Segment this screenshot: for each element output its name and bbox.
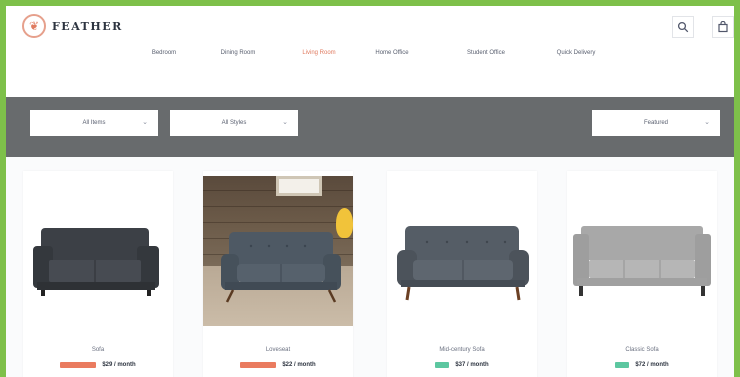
price-row: $37 / month [387, 362, 537, 368]
chevron-down-icon: ⌄ [704, 119, 710, 126]
sale-badge [60, 362, 97, 368]
sale-badge [240, 362, 277, 368]
nav-item-quick-delivery[interactable]: Quick Delivery [557, 50, 596, 56]
main-nav: Bedroom Dining Room Living Room Home Off… [6, 50, 734, 70]
chevron-down-icon: ⌄ [142, 119, 148, 126]
product-image[interactable] [203, 176, 353, 326]
product-image[interactable] [567, 176, 717, 326]
page: ❦ FEATHER Bedroom Dining Room Living Roo… [6, 6, 734, 377]
price-row: $29 / month [23, 362, 173, 368]
style-filter-select[interactable]: All Styles ⌄ [170, 110, 298, 136]
price-row: $22 / month [203, 362, 353, 368]
product-card[interactable]: Classic Sofa $72 / month [567, 171, 717, 377]
price-row: $72 / month [567, 362, 717, 368]
product-card[interactable]: Mid-century Sofa $37 / month [387, 171, 537, 377]
product-price: $72 / month [635, 362, 669, 368]
nav-item-bedroom[interactable]: Bedroom [152, 50, 176, 56]
product-price: $37 / month [455, 362, 489, 368]
filter-bar: All Items ⌄ All Styles ⌄ Featured ⌄ [6, 97, 734, 157]
nav-item-home-office[interactable]: Home Office [375, 50, 408, 56]
sale-badge [435, 362, 450, 368]
category-filter-value: All Items [82, 120, 106, 126]
product-card[interactable]: Sofa $29 / month [23, 171, 173, 377]
product-name[interactable]: Loveseat [203, 347, 353, 353]
nav-item-living-room[interactable]: Living Room [302, 50, 335, 56]
product-card[interactable]: Loveseat $22 / month [203, 171, 353, 377]
style-filter-value: All Styles [221, 120, 247, 126]
product-image[interactable] [387, 176, 537, 326]
logo[interactable]: ❦ FEATHER [22, 14, 123, 38]
product-name[interactable]: Mid-century Sofa [387, 347, 537, 353]
header: ❦ FEATHER [6, 6, 734, 46]
product-price: $29 / month [102, 362, 136, 368]
nav-item-dining-room[interactable]: Dining Room [221, 50, 256, 56]
cart-icon[interactable] [712, 16, 734, 38]
sale-badge [615, 362, 630, 368]
feather-logo-icon: ❦ [22, 14, 46, 38]
chevron-down-icon: ⌄ [282, 119, 288, 126]
nav-item-student-office[interactable]: Student Office [467, 50, 505, 56]
sort-value: Featured [643, 120, 668, 126]
search-icon[interactable] [672, 16, 694, 38]
product-grid: Sofa $29 / month Loveseat $22 / month Mi… [6, 157, 734, 377]
product-price: $22 / month [282, 362, 316, 368]
brand-name: FEATHER [52, 19, 123, 33]
category-filter-select[interactable]: All Items ⌄ [30, 110, 158, 136]
product-image[interactable] [23, 176, 173, 326]
product-name[interactable]: Classic Sofa [567, 347, 717, 353]
sort-select[interactable]: Featured ⌄ [592, 110, 720, 136]
product-name[interactable]: Sofa [23, 347, 173, 353]
